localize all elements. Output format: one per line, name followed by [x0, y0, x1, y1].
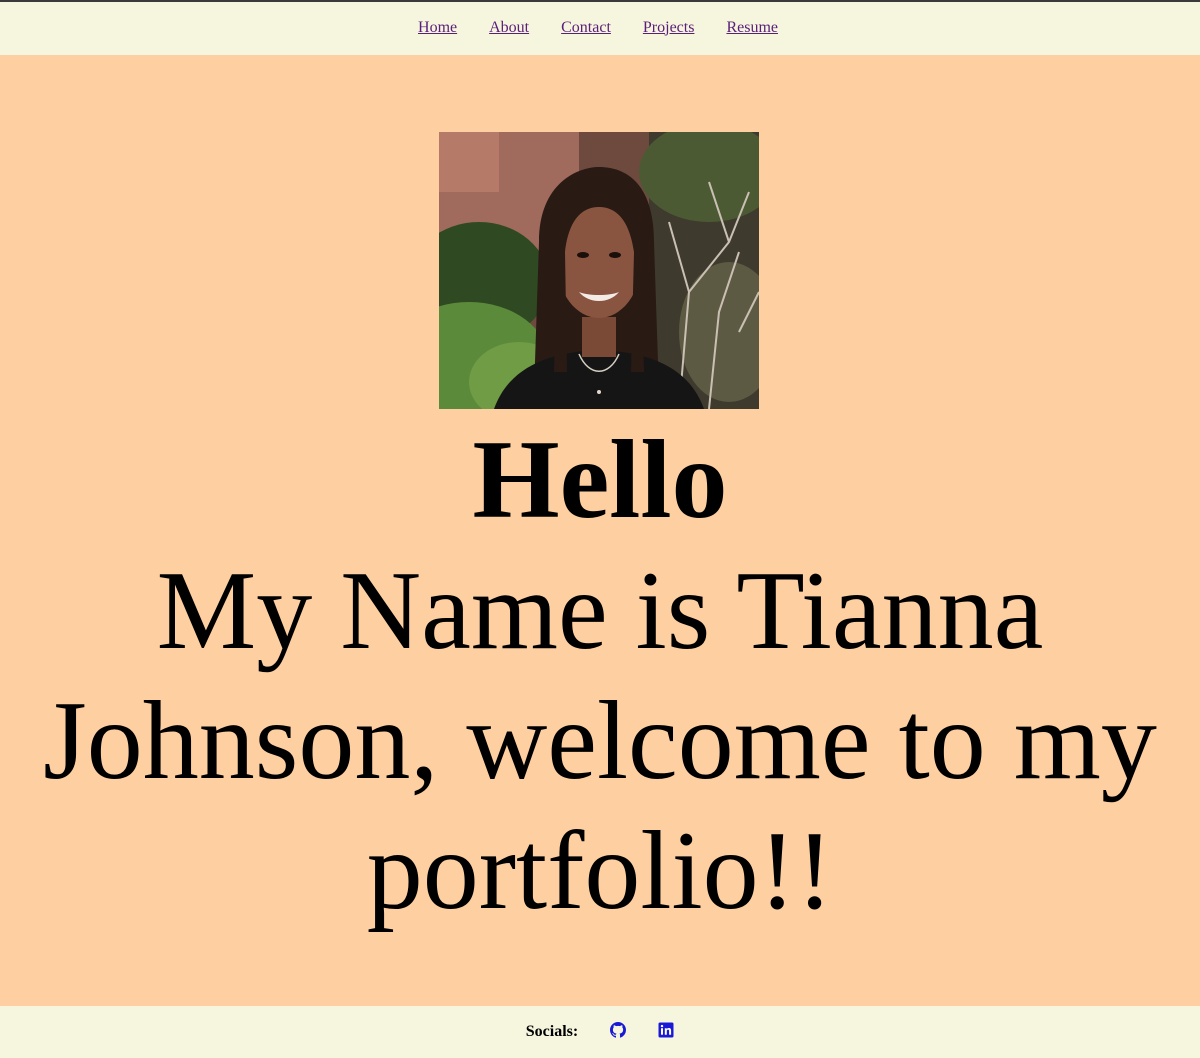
linkedin-icon [658, 1022, 674, 1043]
socials-label: Socials: [525, 1023, 579, 1040]
main-nav: Home About Contact Projects Resume [418, 19, 778, 37]
hero-section: Hello My Name is Tianna Johnson, welcome… [0, 55, 1200, 1006]
nav-link-contact[interactable]: Contact [561, 19, 611, 37]
nav-link-resume[interactable]: Resume [726, 19, 778, 37]
socials-row: Socials: [525, 1021, 674, 1043]
nav-link-projects[interactable]: Projects [643, 19, 695, 37]
footer-bar: Socials: [0, 1006, 1200, 1058]
intro-heading: My Name is Tianna Johnson, welcome to my… [43, 549, 1157, 933]
github-icon [610, 1021, 627, 1043]
top-navigation-bar: Home About Contact Projects Resume [0, 0, 1200, 55]
profile-photo [439, 132, 759, 409]
nav-link-home[interactable]: Home [418, 19, 457, 37]
nav-link-about[interactable]: About [489, 19, 529, 37]
linkedin-link[interactable] [658, 1022, 674, 1043]
github-link[interactable] [610, 1021, 627, 1043]
greeting-heading: Hello [472, 418, 728, 542]
